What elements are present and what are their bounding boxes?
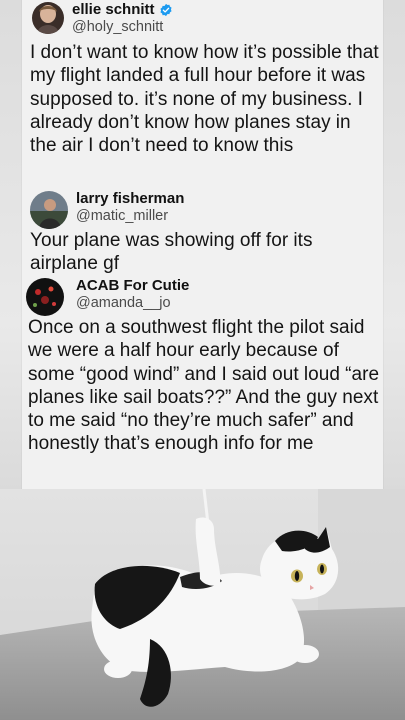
tweet-text: I don’t want to know how it’s possible t… [30,42,379,157]
tweet-author: ellie schnitt @holy_schnitt [72,2,173,35]
display-name[interactable]: ellie schnitt [72,2,155,17]
person-outdoors-avatar-icon[interactable] [30,191,68,229]
display-name-row: ACAB For Cutie [76,278,189,293]
red-lights-avatar-icon[interactable] [26,278,64,316]
woman-portrait-avatar-icon[interactable] [32,2,64,34]
display-name[interactable]: ACAB For Cutie [76,278,189,293]
tweet-text: Once on a southwest flight the pilot sai… [28,317,380,455]
user-handle[interactable]: @holy_schnitt [72,20,173,35]
user-handle[interactable]: @matic_miller [76,209,184,224]
tweet-author: larry fisherman @matic_miller [76,191,184,224]
display-name[interactable]: larry fisherman [76,191,184,206]
tweet-text: Your plane was showing off for its airpl… [30,230,313,275]
tweet-thread-card: ellie schnitt @holy_schnitt I don’t want… [22,0,383,489]
display-name-row: larry fisherman [76,191,184,206]
tweet-author: ACAB For Cutie @amanda__jo [76,278,189,311]
display-name-row: ellie schnitt [72,2,173,17]
tweet-header: ACAB For Cutie @amanda__jo [26,278,189,316]
tweet-header: larry fisherman @matic_miller [30,191,184,229]
tweet-header: ellie schnitt @holy_schnitt [32,2,173,35]
verified-badge-icon [159,3,173,17]
screenshot-page: ellie schnitt @holy_schnitt I don’t want… [0,0,405,720]
user-handle[interactable]: @amanda__jo [76,296,189,311]
cat-photo [0,489,405,720]
